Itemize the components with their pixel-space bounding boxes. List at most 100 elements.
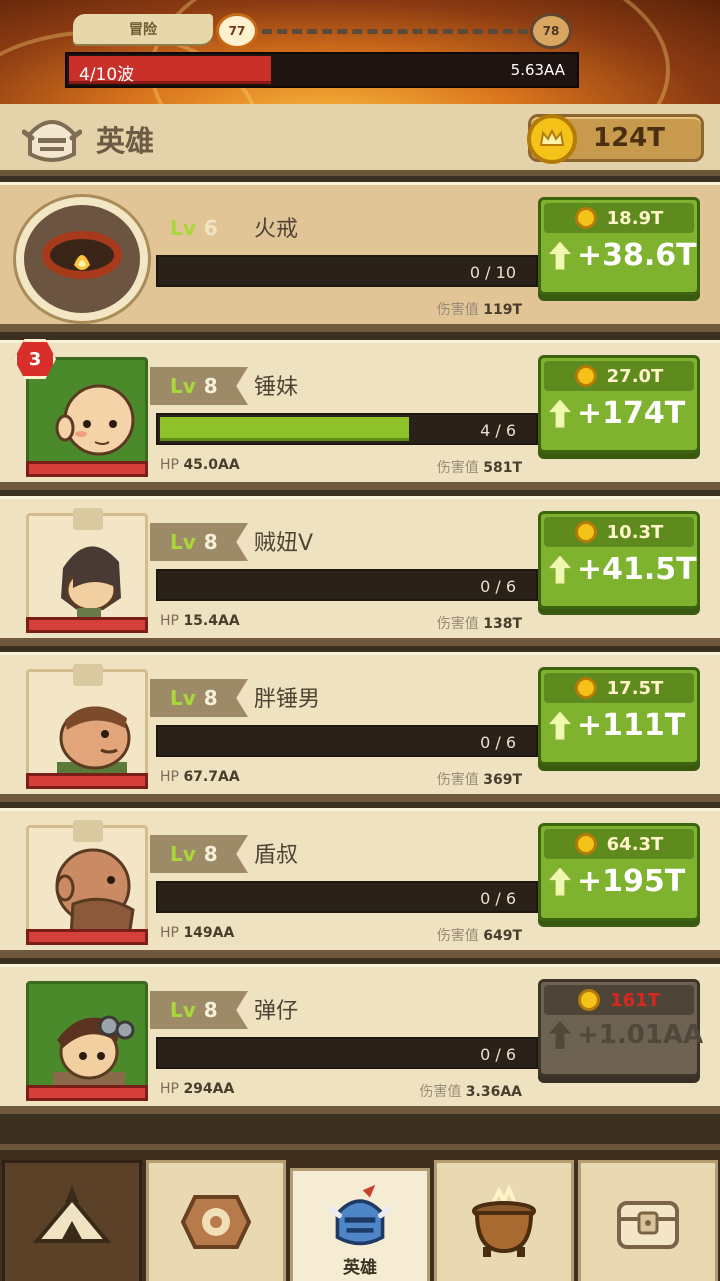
hp-bar [26, 929, 148, 945]
hero-name: 胖锤男 [254, 687, 321, 712]
shield-uncle-portrait [26, 820, 148, 941]
hp-bar [26, 773, 148, 789]
hero-row-thief-girl: Lv 8 贼妞V 0 / 6 HP 15.4AA 伤害值 138T 10.3T +… [0, 496, 720, 646]
bottom-nav: 英雄 [0, 1144, 720, 1281]
upgrade-gain: +174T [549, 396, 685, 431]
level-progress-fill [160, 417, 409, 441]
arrow-up-icon [549, 711, 571, 740]
damage-stat: 伤害值 369T [436, 772, 522, 788]
hp-stat: HP 15.4AA [160, 613, 240, 629]
level-progress-bar: 0 / 6 [156, 881, 538, 913]
gold-counter: 124T [527, 114, 704, 164]
level-progress-bar: 0 / 10 [156, 255, 538, 287]
cauldron-icon [472, 1183, 536, 1257]
tape-decoration [73, 820, 103, 842]
nav-tab-camp[interactable] [2, 1160, 142, 1281]
level-progress-bar: 0 / 6 [156, 725, 538, 757]
gold-coin-icon [527, 114, 577, 164]
hp-bar [26, 461, 148, 477]
upgrade-gain: +195T [549, 864, 685, 899]
hp-bar [26, 617, 148, 633]
gold-coin-icon [574, 833, 597, 855]
nav-label: 英雄 [343, 1257, 377, 1278]
knight-helmet-icon [327, 1184, 393, 1245]
level-progress-text: 0 / 10 [469, 263, 516, 282]
nav-tab-heroes[interactable]: 英雄 [290, 1168, 430, 1281]
upgrade-button[interactable]: 18.9T +38.6T [538, 197, 700, 295]
upgrade-gain: +38.6T [549, 238, 697, 273]
upgrade-button[interactable]: 17.5T +111T [538, 667, 700, 765]
page-title: 英雄 [96, 124, 155, 158]
slingshot-boy-portrait [26, 981, 148, 1097]
hp-stat: HP 45.0AA [160, 457, 240, 473]
gold-coin-icon [574, 365, 597, 387]
arrow-up-icon [549, 241, 571, 270]
upgrade-gain: +1.01AA [549, 1020, 703, 1050]
upgrade-cost: 17.5T [544, 673, 694, 703]
upgrade-cost: 161T [544, 985, 694, 1015]
hp-bar [26, 1085, 148, 1101]
upgrade-button[interactable]: 10.3T +41.5T [538, 511, 700, 609]
gold-coin-icon [574, 207, 597, 229]
level-progress-text: 0 / 6 [480, 577, 516, 596]
upgrade-gain: +41.5T [549, 552, 697, 587]
heroes-header: 英雄 124T [0, 104, 720, 176]
stage-tab[interactable]: 冒险 [73, 14, 213, 44]
level-tag: Lv 8 [150, 367, 248, 405]
adventure-banner: 冒险 77 78 4/10波 5.63AA [0, 0, 720, 106]
camp-tent-icon [32, 1185, 112, 1243]
wave-progress-bar: 4/10波 5.63AA [65, 52, 579, 88]
level-tag: Lv 8 [150, 679, 248, 717]
level-progress-bar: 4 / 6 [156, 413, 538, 445]
enemy-hp-value: 5.63AA [510, 61, 565, 79]
hero-row-chui-mei: 3 Lv 8 锤妹 4 / 6 HP 45.0AA 伤害值 581T 27.0T … [0, 339, 720, 490]
upgrade-button[interactable]: 64.3T +195T [538, 823, 700, 921]
knight-helmet-icon [22, 120, 82, 162]
tape-decoration [73, 664, 103, 686]
level-progress-text: 0 / 6 [480, 889, 516, 908]
upgrade-gain: +111T [549, 708, 685, 743]
arrow-up-icon [549, 867, 571, 896]
level-tag: Lv 8 [150, 523, 248, 561]
gold-value: 124T [593, 123, 666, 153]
nav-tab-shop[interactable] [146, 1160, 286, 1281]
level-progress-text: 0 / 6 [480, 1045, 516, 1064]
hero-name: 贼妞V [254, 531, 314, 556]
level-tag: Lv 8 [150, 991, 248, 1029]
upgrade-button[interactable]: 27.0T +174T [538, 355, 700, 453]
gold-coin-icon [574, 521, 597, 543]
arrow-up-icon [549, 1021, 571, 1049]
upgrade-cost: 27.0T [544, 361, 694, 391]
stage-path [262, 29, 528, 34]
damage-stat: 伤害值 649T [436, 928, 522, 944]
damage-stat: 伤害值 3.36AA [419, 1084, 522, 1100]
current-stage-node: 77 [216, 13, 258, 49]
hero-name: 盾叔 [254, 843, 299, 868]
hp-stat: HP 67.7AA [160, 769, 240, 785]
hero-row-shield-uncle: Lv 8 盾叔 0 / 6 HP 149AA 伤害值 649T 64.3T +19… [0, 808, 720, 958]
hero-row-fire-ring: Lv 6 火戒 0 / 10 伤害值 119T 18.9T +38.6T [0, 182, 720, 332]
level-progress-bar: 0 / 6 [156, 569, 538, 601]
upgrade-cost: 10.3T [544, 517, 694, 547]
thief-girl-portrait [26, 508, 148, 629]
upgrade-button-disabled[interactable]: 161T +1.01AA [538, 979, 703, 1077]
nav-tab-cauldron[interactable] [434, 1160, 574, 1281]
damage-stat: 伤害值 119T [436, 302, 522, 318]
hero-list[interactable]: Lv 6 火戒 0 / 10 伤害值 119T 18.9T +38.6T 3 Lv… [0, 176, 720, 1144]
hero-row-fat-hammer-man: Lv 8 胖锤男 0 / 6 HP 67.7AA 伤害值 369T 17.5T +… [0, 652, 720, 802]
hp-stat: HP 294AA [160, 1081, 235, 1097]
wave-counter: 4/10波 [79, 65, 135, 85]
fire-ring-icon [16, 197, 148, 321]
arrow-up-icon [549, 399, 571, 428]
damage-stat: 伤害值 138T [436, 616, 522, 632]
hero-name: 弹仔 [254, 999, 299, 1024]
arrow-up-icon [549, 555, 571, 584]
damage-stat: 伤害值 581T [436, 460, 522, 476]
next-stage-node: 78 [530, 13, 572, 49]
hero-name: 火戒 [254, 217, 299, 242]
nav-tab-treasure[interactable] [578, 1160, 718, 1281]
hp-stat: HP 149AA [160, 925, 235, 941]
treasure-chest-icon [617, 1201, 679, 1249]
tape-decoration [73, 508, 103, 530]
upgrade-cost: 18.9T [544, 203, 694, 233]
